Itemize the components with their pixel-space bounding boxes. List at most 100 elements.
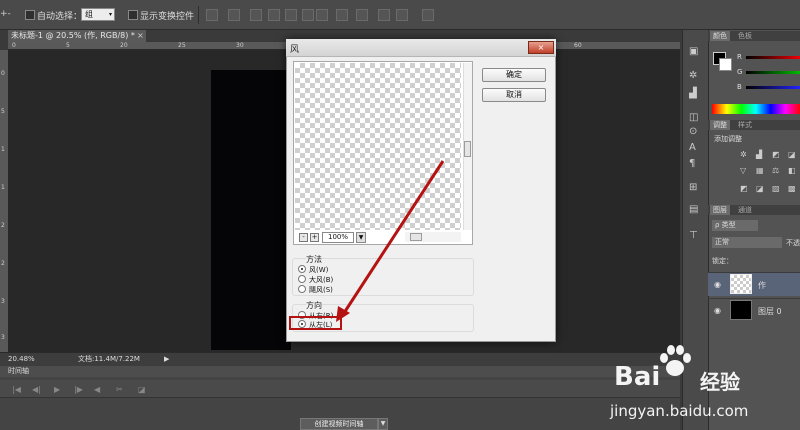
brightness-adjust-icon[interactable]: ✲ — [740, 150, 747, 159]
properties-icon[interactable]: ◫ — [689, 112, 698, 123]
kind-filter-value: ρ 类型 — [715, 221, 736, 229]
info-icon[interactable]: ⊙ — [689, 126, 697, 137]
character-icon[interactable]: A — [689, 142, 696, 153]
cancel-button[interactable]: 取消 — [482, 88, 546, 102]
eye-icon[interactable]: ◉ — [714, 306, 721, 315]
chevron-down-icon[interactable]: ▼ — [356, 232, 366, 243]
ruler-tick: 30 — [236, 42, 244, 49]
direction-label: 方向 — [306, 300, 322, 311]
create-video-label: 创建视频时间轴 — [314, 420, 364, 428]
timeline-title: 时间轴 — [8, 367, 29, 375]
radio-stagger[interactable] — [298, 285, 306, 293]
brush-icon[interactable]: ⊤ — [689, 230, 698, 241]
tab-swatches[interactable]: 色板 — [735, 31, 755, 41]
prev-frame-icon[interactable]: ◀| — [32, 385, 41, 394]
eye-icon[interactable]: ◉ — [714, 280, 721, 289]
distribute-hcenter-icon[interactable] — [396, 9, 408, 21]
radio-blast[interactable] — [298, 275, 306, 283]
gradient-map-icon[interactable]: ▩ — [788, 184, 796, 193]
align-left-icon[interactable] — [268, 9, 280, 21]
levels-icon[interactable]: ▟ — [756, 150, 762, 159]
dialog-title: 风 — [290, 45, 300, 55]
distribute-left-icon[interactable] — [378, 9, 390, 21]
next-frame-icon[interactable]: |▶ — [74, 385, 83, 394]
tab-adjustments[interactable]: 调整 — [710, 120, 730, 130]
scrollbar-thumb[interactable] — [464, 141, 471, 157]
close-icon[interactable]: × — [528, 41, 554, 54]
history-icon[interactable]: ▣ — [689, 46, 698, 57]
align-hcenter-icon[interactable] — [285, 9, 297, 21]
play-arrow-icon[interactable]: ▶ — [164, 353, 169, 366]
align-bottom-icon[interactable] — [250, 9, 262, 21]
auto-select-dropdown[interactable]: 组 ▾ — [81, 8, 115, 21]
close-tab-icon[interactable]: × — [137, 31, 144, 40]
r-slider[interactable] — [746, 56, 800, 59]
layer-thumbnail — [730, 274, 752, 294]
layer-name[interactable]: 图层 0 — [758, 306, 782, 317]
histogram-icon[interactable]: ▟ — [689, 88, 697, 99]
radio-wind[interactable] — [298, 265, 306, 273]
align-vcenter-icon[interactable] — [228, 9, 240, 21]
layer-kind-filter[interactable]: ρ 类型 — [712, 220, 758, 231]
scrollbar-thumb[interactable] — [410, 233, 422, 241]
distribute-bottom-icon[interactable] — [356, 9, 368, 21]
auto-align-icon[interactable] — [422, 9, 434, 21]
filter-preview[interactable] — [295, 63, 461, 230]
tool-presets-icon[interactable]: ▤ — [689, 204, 698, 215]
watermark-brand: Bai — [614, 362, 661, 392]
exposure-icon[interactable]: ◪ — [788, 150, 796, 159]
opacity-label: 不透 — [786, 239, 800, 247]
blend-mode-value: 正常 — [715, 238, 729, 246]
align-right-icon[interactable] — [302, 9, 314, 21]
r-label: R — [737, 53, 742, 61]
tab-color[interactable]: 颜色 — [710, 31, 730, 41]
auto-select-checkbox[interactable] — [25, 10, 35, 20]
show-transform-checkbox[interactable] — [128, 10, 138, 20]
zoom-in-button[interactable]: + — [310, 233, 319, 242]
ruler-tick: 3 — [1, 334, 5, 341]
dialog-titlebar[interactable] — [286, 39, 556, 57]
ruler-tick: 2 — [1, 260, 5, 267]
hue-icon[interactable]: ▦ — [756, 166, 764, 175]
background-color[interactable] — [719, 58, 732, 71]
threshold-icon[interactable]: ▨ — [772, 184, 780, 193]
create-video-timeline-button[interactable]: 创建视频时间轴 — [300, 418, 378, 430]
b-slider[interactable] — [746, 86, 800, 89]
ruler-tick: 25 — [178, 42, 186, 49]
document-tab[interactable]: 未标题-1 @ 20.5% (作, RGB/8) * — [8, 30, 146, 42]
g-slider[interactable] — [746, 71, 800, 74]
layer-name[interactable]: 作 — [758, 280, 766, 291]
vibrance-icon[interactable]: ▽ — [740, 166, 746, 175]
layer-row[interactable] — [708, 272, 800, 296]
color-balance-icon[interactable]: ⚖ — [772, 166, 779, 175]
play-icon[interactable]: ▶ — [54, 385, 60, 394]
blend-mode-dropdown[interactable]: 正常 — [712, 237, 782, 248]
move-tool-arrow-icon[interactable]: +- — [0, 9, 11, 19]
distribute-top-icon[interactable] — [316, 9, 328, 21]
chevron-down-icon[interactable]: ▼ — [378, 418, 388, 430]
scissors-icon[interactable]: ✂ — [116, 385, 123, 394]
zoom-level[interactable]: 20.48% — [8, 353, 35, 366]
posterize-icon[interactable]: ◪ — [756, 184, 764, 193]
document-canvas[interactable] — [211, 70, 291, 350]
curves-icon[interactable]: ◩ — [772, 150, 780, 159]
first-frame-icon[interactable]: |◀ — [12, 385, 21, 394]
tab-channels[interactable]: 通道 — [735, 205, 755, 215]
tab-layers[interactable]: 图层 — [710, 205, 730, 215]
distribute-vcenter-icon[interactable] — [336, 9, 348, 21]
transition-icon[interactable]: ◪ — [138, 385, 146, 394]
bw-icon[interactable]: ◧ — [788, 166, 796, 175]
brightness-icon[interactable]: ✲ — [689, 70, 697, 81]
timeline-controls — [0, 380, 680, 398]
ok-button[interactable]: 确定 — [482, 68, 546, 82]
paragraph-icon[interactable]: ¶ — [689, 158, 695, 169]
grid-icon[interactable]: ⊞ — [689, 182, 697, 193]
zoom-out-button[interactable]: - — [299, 233, 308, 242]
layer-row[interactable] — [708, 298, 800, 322]
align-top-icon[interactable] — [206, 9, 218, 21]
audio-icon[interactable]: ◀ — [94, 385, 100, 394]
color-ramp[interactable] — [712, 104, 800, 114]
tab-styles[interactable]: 样式 — [735, 120, 755, 130]
invert-icon[interactable]: ◩ — [740, 184, 748, 193]
preview-zoom-value[interactable]: 100% — [322, 232, 354, 243]
